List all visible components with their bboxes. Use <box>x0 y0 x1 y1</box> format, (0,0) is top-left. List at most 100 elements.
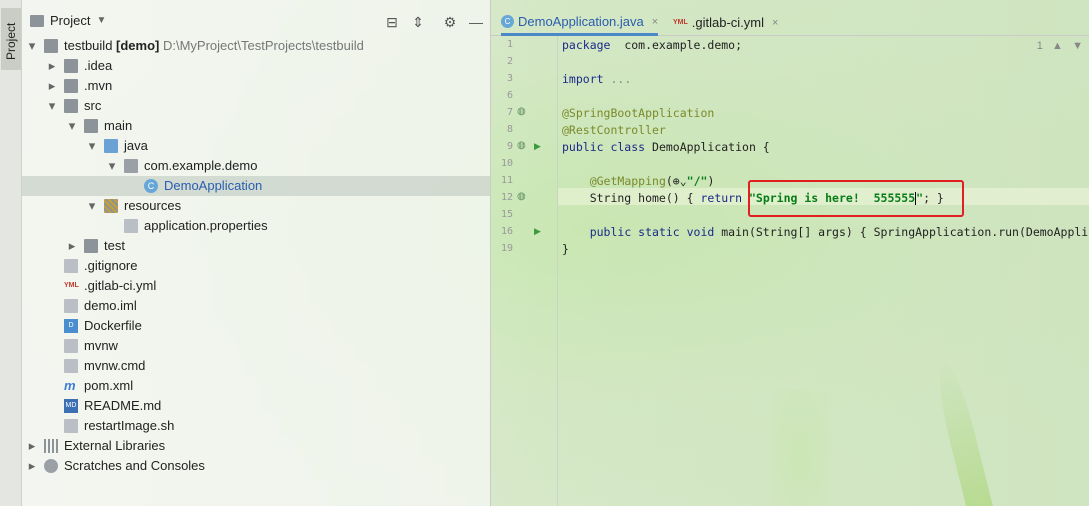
editor-tab-label: .gitlab-ci.yml <box>691 15 765 30</box>
collapsed-arrow-icon[interactable]: ▸ <box>66 236 78 256</box>
tree-node-label: Dockerfile <box>84 318 142 333</box>
spring-bean-icon[interactable]: ◍ <box>517 140 526 151</box>
project-panel-title: Project <box>50 13 91 28</box>
editor-tab-bar: C DemoApplication.java × YML .gitlab-ci.yml × <box>491 10 1089 36</box>
locate-file-icon[interactable]: ⊟ <box>382 12 402 32</box>
project-view-selector[interactable]: Project ▼ <box>30 13 106 28</box>
tree-node-label: test <box>104 238 125 253</box>
spring-bean-icon[interactable]: ◍ <box>517 191 526 202</box>
line-number: 12 <box>500 192 513 203</box>
tree-node-label: pom.xml <box>84 378 134 393</box>
collapsed-arrow-icon[interactable]: ▸ <box>46 76 58 96</box>
expanded-arrow-icon[interactable]: ▾ <box>86 136 98 156</box>
tree-node[interactable]: D Dockerfile <box>22 316 491 336</box>
run-icon[interactable]: ▶ <box>534 226 541 237</box>
expanded-arrow-icon[interactable]: ▾ <box>46 96 58 116</box>
source-folder-icon <box>104 139 118 153</box>
code-line: @SpringBootApplication <box>562 106 715 120</box>
close-icon[interactable]: × <box>652 10 658 34</box>
line-number: 3 <box>506 73 513 84</box>
markdown-file-icon: MD <box>64 399 78 413</box>
tree-node-label: src <box>84 98 102 113</box>
expanded-arrow-icon[interactable]: ▾ <box>66 116 78 136</box>
editor-tab[interactable]: C DemoApplication.java × <box>501 10 659 36</box>
tree-node[interactable]: YML .gitlab-ci.yml <box>22 276 491 296</box>
tree-node[interactable]: mvnw <box>22 336 491 356</box>
project-panel: Project ▼ ⊟ ⇕ ⚙ — ▾ testbuild [demo] D:\M… <box>22 0 491 506</box>
editor-tab[interactable]: YML .gitlab-ci.yml × <box>673 10 778 36</box>
project-panel-header: Project ▼ ⊟ ⇕ ⚙ — <box>22 10 491 34</box>
tree-node-label: DemoApplication <box>164 178 263 193</box>
tree-node[interactable]: ▾ com.example.demo <box>22 156 491 176</box>
tree-node-label: External Libraries <box>64 438 166 453</box>
tree-node-label: demo.iml <box>84 298 137 313</box>
line-number: 8 <box>506 124 513 135</box>
tree-node[interactable]: ▾ testbuild [demo] D:\MyProject\TestProje… <box>22 36 491 56</box>
project-path: D:\MyProject\TestProjects\testbuild <box>159 38 364 53</box>
tree-node[interactable]: ▾ java <box>22 136 491 156</box>
tree-node[interactable]: demo.iml <box>22 296 491 316</box>
tree-node[interactable]: MD README.md <box>22 396 491 416</box>
package-icon <box>124 159 138 173</box>
line-number: 1 <box>506 39 513 50</box>
tree-node[interactable]: ▸ test <box>22 236 491 256</box>
line-number: 15 <box>500 209 513 220</box>
line-number: 7 <box>506 107 513 118</box>
close-icon[interactable]: × <box>772 11 778 35</box>
code-line: public class DemoApplication { <box>562 140 770 154</box>
yml-file-icon: YML <box>673 19 688 26</box>
tree-node-label: main <box>104 118 133 133</box>
expanded-arrow-icon[interactable]: ▾ <box>106 156 118 176</box>
tree-node-label: .gitlab-ci.yml <box>84 278 157 293</box>
next-highlight-icon[interactable]: ▼ <box>1072 40 1083 52</box>
folder-icon <box>84 239 98 253</box>
gear-icon[interactable]: ⚙ <box>440 12 460 32</box>
file-icon <box>64 419 78 433</box>
yml-file-icon: YML <box>64 282 79 289</box>
minimize-icon[interactable]: — <box>466 12 486 32</box>
line-number: 2 <box>506 56 513 67</box>
chevron-down-icon: ▼ <box>96 15 107 26</box>
tree-node-label: java <box>124 138 148 153</box>
tree-node-label: README.md <box>84 398 162 413</box>
tree-node[interactable]: C DemoApplication <box>22 176 491 196</box>
tree-node[interactable]: mvnw.cmd <box>22 356 491 376</box>
line-number: 9 <box>506 141 513 152</box>
docker-file-icon: D <box>64 319 78 333</box>
tree-node-label: .gitignore <box>84 258 138 273</box>
tree-node[interactable]: m pom.xml <box>22 376 491 396</box>
file-icon <box>64 359 78 373</box>
collapse-all-icon[interactable]: ⇕ <box>408 12 428 32</box>
folder-icon <box>64 59 78 73</box>
collapsed-arrow-icon[interactable]: ▸ <box>26 436 38 456</box>
tree-node[interactable]: ▾ src <box>22 96 491 116</box>
line-number: 6 <box>506 90 513 101</box>
tree-node[interactable]: ▾ main <box>22 116 491 136</box>
code-line: public static void main(String[] args) {… <box>589 225 1089 239</box>
collapsed-arrow-icon[interactable]: ▸ <box>26 456 38 476</box>
tree-node[interactable]: ▸ Scratches and Consoles <box>22 456 491 476</box>
tree-node[interactable]: application.properties <box>22 216 491 236</box>
spring-bean-icon[interactable]: ◍ <box>517 106 526 117</box>
maven-icon: m <box>64 378 76 393</box>
run-icon[interactable]: ▶ <box>534 141 541 152</box>
expanded-arrow-icon[interactable]: ▾ <box>86 196 98 216</box>
tree-node-label: application.properties <box>144 218 268 233</box>
expanded-arrow-icon[interactable]: ▾ <box>26 36 38 56</box>
library-icon <box>44 439 58 453</box>
tree-node-label: resources <box>124 198 182 213</box>
project-tool-tab[interactable]: Project <box>1 8 21 70</box>
tree-node[interactable]: ▸ .idea <box>22 56 491 76</box>
previous-highlight-icon[interactable]: ▲ <box>1052 40 1063 52</box>
collapsed-arrow-icon[interactable]: ▸ <box>46 56 58 76</box>
tree-node[interactable]: ▸ External Libraries <box>22 436 491 456</box>
java-class-icon: C <box>144 179 158 193</box>
tree-node-label: testbuild [demo] D:\MyProject\TestProjec… <box>64 38 364 53</box>
editor-gutter[interactable]: 1 2 3 6 7 ◍ 8 9 ◍ ▶ 10 11 12 ◍ 15 16 ▶ 19 <box>491 36 557 506</box>
line-number: 16 <box>500 226 513 237</box>
tree-node[interactable]: ▸ .mvn <box>22 76 491 96</box>
editor-inspection-widget[interactable]: 1 ▲ ▼ <box>1037 40 1083 52</box>
tree-node[interactable]: restartImage.sh <box>22 416 491 436</box>
tree-node[interactable]: ▾ resources <box>22 196 491 216</box>
tree-node[interactable]: .gitignore <box>22 256 491 276</box>
